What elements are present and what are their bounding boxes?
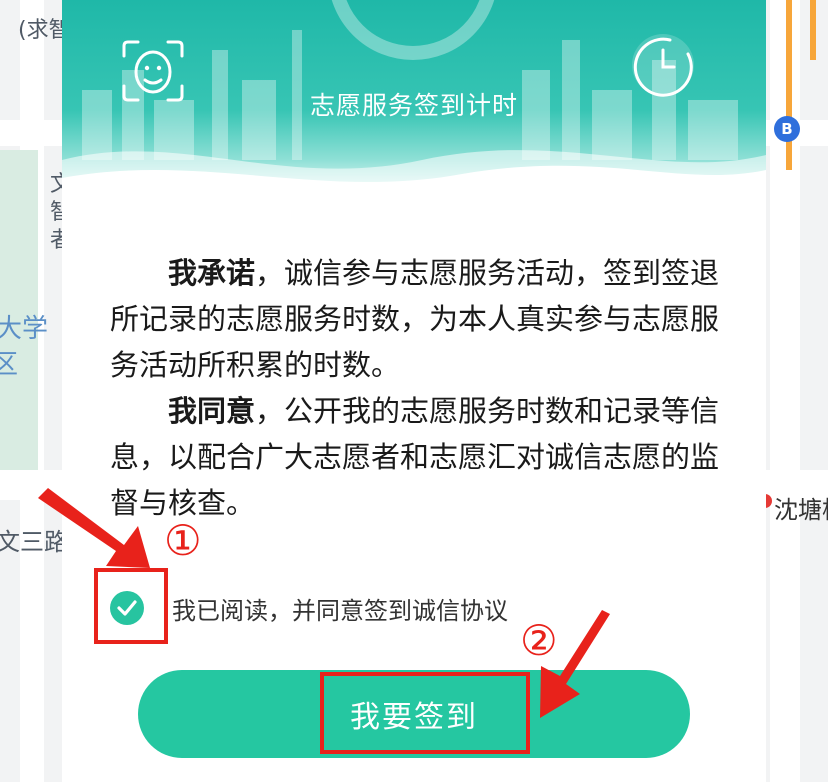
map-label-road: 文三路 (0, 528, 68, 556)
agree-label[interactable]: 我已阅读，并同意签到诚信协议 (172, 591, 508, 626)
bus-stop-icon: B (774, 116, 800, 142)
signin-dialog: 志愿服务签到计时 我承诺，诚信参与志愿服务活动，签到签退所记录的志愿服务时数，为… (62, 0, 766, 782)
annotation-box-checkbox (94, 568, 168, 644)
pledge-1-bold: 我承诺 (168, 256, 256, 290)
dialog-title: 志愿服务签到计时 (309, 91, 518, 120)
pledge-paragraph-1: 我承诺，诚信参与志愿服务活动，签到签退所记录的志愿服务时数，为本人真实参与志愿服… (110, 250, 720, 388)
annotation-step-1: ① (164, 516, 202, 565)
pledge-text: 我承诺，诚信参与志愿服务活动，签到签退所记录的志愿服务时数，为本人真实参与志愿服… (110, 250, 720, 526)
wave-decoration (62, 150, 766, 200)
agreement-row: 我已阅读，并同意签到诚信协议 (110, 584, 508, 632)
pledge-paragraph-2: 我同意，公开我的志愿服务时数和记录等信息，以配合广大志愿者和志愿汇对诚信志愿的监… (110, 388, 720, 526)
map-label-district: 区 (0, 350, 19, 380)
annotation-box-button (320, 672, 530, 754)
annotation-step-2: ② (520, 616, 558, 665)
map-label-station: 沈塘桥 (774, 496, 828, 524)
pledge-2-bold: 我同意 (168, 394, 256, 428)
map-label-district: 大学 (0, 314, 49, 344)
dialog-header: 志愿服务签到计时 (62, 0, 766, 200)
